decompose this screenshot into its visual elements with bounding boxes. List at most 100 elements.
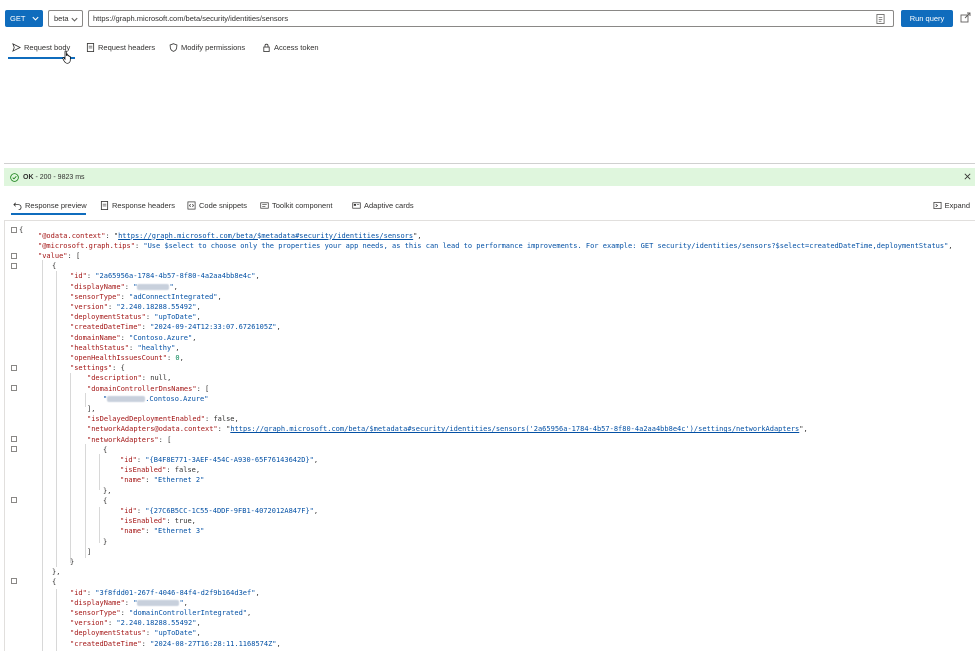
tab-request-headers[interactable]: Request headers <box>86 38 155 56</box>
json-line: { <box>103 445 108 454</box>
tab-label: Response preview <box>25 200 87 210</box>
json-line: "value": [ <box>38 251 81 260</box>
json-line: "isEnabled": false, <box>120 466 201 475</box>
json-line: } <box>103 537 108 546</box>
chevron-down-icon <box>71 17 78 22</box>
fold-toggle[interactable] <box>11 253 17 259</box>
json-line: "deploymentStatus": "upToDate", <box>70 629 201 638</box>
json-line: "createdDateTime": "2024-08-27T16:28:11.… <box>70 639 281 648</box>
indent-guide <box>56 271 57 567</box>
json-line: "isDelayedDeploymentEnabled": false, <box>87 415 239 424</box>
shield-icon <box>169 42 178 52</box>
json-line: { <box>52 262 57 271</box>
json-line: } <box>70 557 75 566</box>
json-line: "deploymentStatus": "upToDate", <box>70 313 201 322</box>
json-line: "healthStatus": "healthy", <box>70 343 180 352</box>
indent-guide <box>85 393 86 407</box>
json-line: "id": "3f8fdd01-267f-4046-84f4-d2f9b164d… <box>70 588 260 597</box>
undo-icon <box>13 202 22 210</box>
tab-label: Response headers <box>112 200 175 210</box>
code-icon <box>187 201 196 209</box>
json-line: ], <box>87 404 96 413</box>
fold-toggle[interactable] <box>11 227 17 233</box>
tab-adaptive-cards[interactable]: Adaptive cards <box>352 196 414 214</box>
url-input[interactable]: https://graph.microsoft.com/beta/securit… <box>88 10 894 27</box>
status-detail: - 200 - 9823 ms <box>35 173 85 181</box>
json-line: "networkAdapters@odata.context": "https:… <box>87 425 808 434</box>
indent-guide <box>56 589 57 651</box>
json-line: "version": "2.240.18288.55492", <box>70 302 201 311</box>
expand-button[interactable]: Expand <box>933 196 970 214</box>
json-line: "domainControllerDnsNames": [ <box>87 384 210 393</box>
lock-icon <box>263 43 270 52</box>
tab-label: Request headers <box>98 42 156 52</box>
fold-toggle[interactable] <box>11 446 17 452</box>
json-line: "isEnabled": true, <box>120 517 196 526</box>
graph-explorer: GET beta https://graph.microsoft.com/bet… <box>0 0 975 651</box>
json-line: "domainName": "Contoso.Azure", <box>70 333 197 342</box>
indent-guide <box>99 507 100 543</box>
document-icon <box>86 42 95 52</box>
pane-divider[interactable] <box>4 163 975 164</box>
json-line: { <box>19 226 24 234</box>
tab-toolkit-component[interactable]: Toolkit component <box>260 196 332 214</box>
check-circle-icon <box>10 172 19 182</box>
tab-response-preview[interactable]: Response preview <box>13 196 87 214</box>
status-bar: OK - 200 - 9823 ms <box>4 168 975 186</box>
json-line: "sensorType": "domainControllerIntegrate… <box>70 608 252 617</box>
url-value: https://graph.microsoft.com/beta/securit… <box>93 14 289 23</box>
json-line: "description": null, <box>87 374 172 383</box>
fold-toggle[interactable] <box>11 578 17 584</box>
json-line: "id": "{27C6B5CC-1C55-4DDF-9FB1-4072012A… <box>120 506 319 515</box>
fold-toggle[interactable] <box>11 385 17 391</box>
response-tabs: Response preview Response headers Code s… <box>0 196 975 216</box>
redacted-value <box>107 395 146 402</box>
json-line: "name": "Ethernet 3" <box>120 527 205 536</box>
tab-access-token[interactable]: Access token <box>262 38 319 56</box>
tab-modify-permissions[interactable]: Modify permissions <box>169 38 245 56</box>
fold-toggle[interactable] <box>11 436 17 442</box>
run-query-button[interactable]: Run query <box>901 10 953 27</box>
redacted-value <box>137 599 180 606</box>
json-line: "@microsoft.graph.tips": "Use $select to… <box>38 241 953 250</box>
tab-label: Access token <box>274 42 319 52</box>
active-tab-indicator <box>11 213 86 215</box>
document-icon[interactable] <box>876 14 885 24</box>
fold-toggle[interactable] <box>11 365 17 371</box>
query-bar: GET beta https://graph.microsoft.com/bet… <box>0 0 975 34</box>
json-line: { <box>52 578 57 587</box>
http-method-value: GET <box>10 14 26 23</box>
fold-toggle[interactable] <box>11 263 17 269</box>
json-line: "createdDateTime": "2024-09-24T12:33:07.… <box>70 323 281 332</box>
tab-response-headers[interactable]: Response headers <box>100 196 175 214</box>
json-line: "networkAdapters": [ <box>87 435 172 444</box>
json-line: { <box>103 496 108 505</box>
json-line: "settings": { <box>70 364 125 373</box>
document-icon <box>100 200 109 210</box>
json-line: "version": "2.240.18288.55492", <box>70 619 201 628</box>
json-line: "@odata.context": "https://graph.microso… <box>38 231 422 240</box>
http-method-dropdown[interactable]: GET <box>5 10 43 27</box>
tab-code-snippets[interactable]: Code snippets <box>187 196 247 214</box>
version-dropdown[interactable]: beta <box>48 10 83 27</box>
fold-toggle[interactable] <box>11 497 17 503</box>
json-line: "name": "Ethernet 2" <box>120 476 205 485</box>
expand-label: Expand <box>944 200 970 210</box>
version-value: beta <box>54 14 69 23</box>
status-ok: OK <box>23 173 34 181</box>
tab-label: Modify permissions <box>181 42 246 52</box>
json-line: ] <box>87 547 92 556</box>
close-icon[interactable] <box>963 172 972 181</box>
json-line: "displayName": " ", <box>70 598 188 607</box>
share-icon[interactable] <box>960 12 971 23</box>
card-icon <box>352 201 361 209</box>
json-line: "openHealthIssuesCount": 0, <box>70 353 184 362</box>
tab-label: Toolkit component <box>272 200 333 210</box>
expand-icon <box>933 201 942 209</box>
chevron-down-icon <box>32 16 39 21</box>
json-line: "sensorType": "adConnectIntegrated", <box>70 292 222 301</box>
json-response-code[interactable]: { "@odata.context": "https://graph.micro… <box>0 225 975 651</box>
json-line: "id": "{B4F8E771-3AEF-454C-A930-65F76143… <box>120 455 319 464</box>
tab-label: Code snippets <box>199 200 247 210</box>
tab-label: Adaptive cards <box>364 200 414 210</box>
